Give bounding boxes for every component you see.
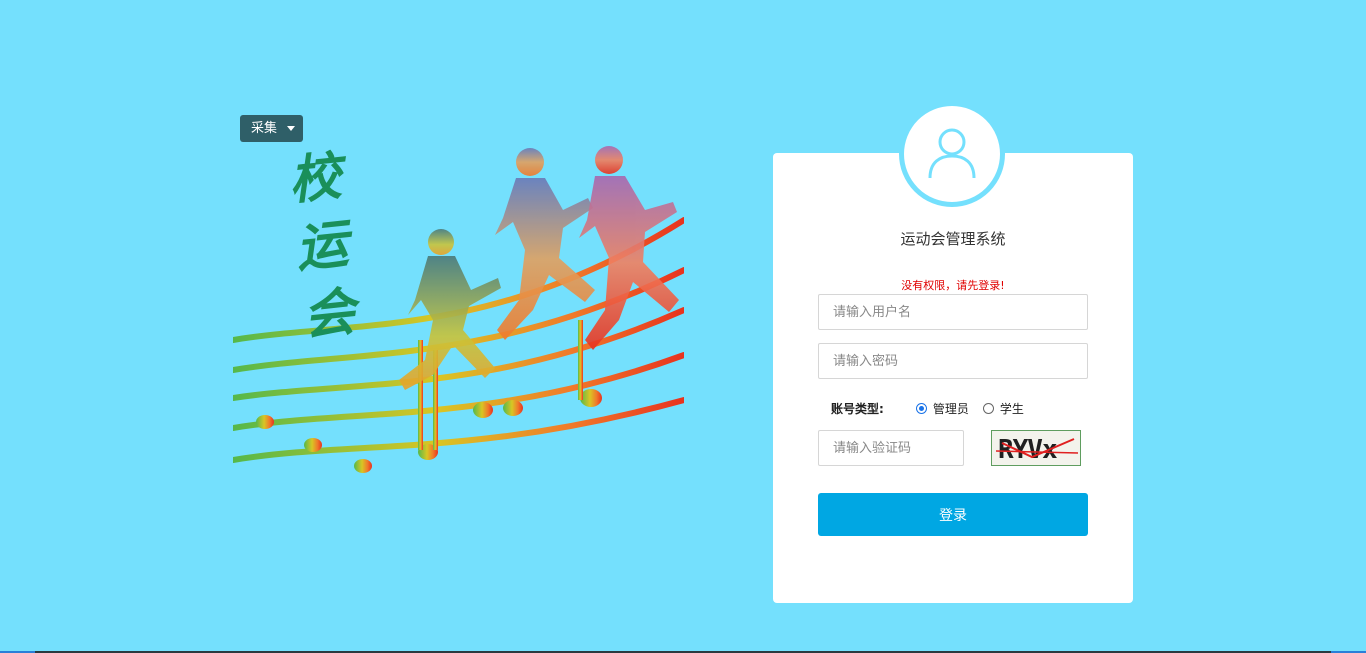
account-type-admin-option[interactable]: 管理员 bbox=[915, 400, 969, 417]
student-radio[interactable] bbox=[982, 402, 994, 414]
admin-radio[interactable] bbox=[915, 402, 927, 414]
collect-label: 采集 bbox=[251, 121, 278, 136]
account-type-row: 账号类型: 管理员 学生 bbox=[831, 399, 1038, 417]
login-page: 校 运 会 采集 运动会管理系统 没有权限，请先登录! 账号类型: 管理员 学生… bbox=[0, 0, 1366, 653]
password-input[interactable] bbox=[818, 343, 1088, 379]
runner-silhouette bbox=[399, 229, 501, 390]
user-icon bbox=[928, 128, 976, 179]
caret-down-icon bbox=[287, 126, 295, 131]
system-title: 运动会管理系统 bbox=[900, 230, 1006, 248]
collect-dropdown-button[interactable]: 采集 bbox=[240, 115, 303, 142]
account-type-label: 账号类型: bbox=[831, 401, 884, 416]
login-button[interactable]: 登录 bbox=[818, 493, 1088, 536]
captcha-noise bbox=[995, 438, 1079, 459]
avatar bbox=[899, 101, 1005, 207]
username-input[interactable] bbox=[818, 294, 1088, 330]
student-radio-label: 学生 bbox=[999, 401, 1024, 416]
error-message: 没有权限，请先登录! bbox=[901, 279, 1005, 292]
captcha-image[interactable]: RYVx bbox=[991, 430, 1081, 466]
account-type-student-option[interactable]: 学生 bbox=[982, 400, 1024, 417]
admin-radio-label: 管理员 bbox=[932, 401, 969, 416]
captcha-input[interactable] bbox=[818, 430, 964, 466]
